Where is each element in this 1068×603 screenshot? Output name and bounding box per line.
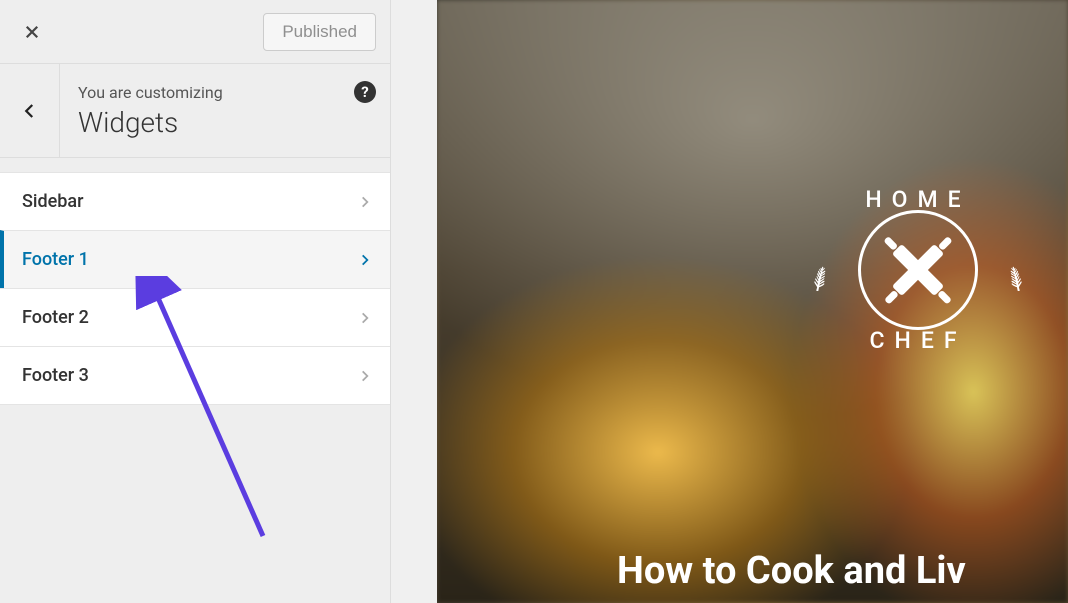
chevron-right-icon (358, 195, 372, 209)
header-section: You are customizing Widgets ? (0, 64, 390, 158)
widget-item-label: Footer 3 (22, 365, 89, 386)
help-icon[interactable]: ? (354, 81, 376, 103)
widget-item-label: Footer 2 (22, 307, 89, 328)
site-logo: HOME ⸙ ⸙ CHEF (818, 170, 1018, 370)
widget-item-sidebar[interactable]: Sidebar (0, 172, 390, 231)
publish-button[interactable]: Published (263, 13, 376, 51)
header-text: You are customizing Widgets ? (60, 67, 390, 155)
chevron-right-icon (358, 311, 372, 325)
section-title: Widgets (78, 106, 376, 139)
preview-area: HOME ⸙ ⸙ CHEF How to Cook and Liv (437, 0, 1068, 603)
logo-text-bottom: CHEF (818, 327, 1018, 354)
logo-text-top: HOME (818, 186, 1018, 213)
widget-list: Sidebar Footer 1 Footer 2 Footer 3 (0, 172, 390, 404)
widget-item-footer-2[interactable]: Footer 2 (0, 288, 390, 347)
widget-item-footer-1[interactable]: Footer 1 (0, 230, 390, 289)
widget-item-label: Sidebar (22, 191, 83, 212)
customizer-sidebar: Published You are customizing Widgets ? … (0, 0, 391, 603)
chevron-right-icon (358, 253, 372, 267)
site-heading: How to Cook and Liv (617, 549, 966, 593)
close-icon (23, 23, 41, 41)
logo-circle (858, 210, 978, 330)
close-button[interactable] (10, 10, 54, 54)
rolling-pins-icon (873, 225, 963, 315)
customizing-label: You are customizing (78, 83, 376, 102)
chevron-left-icon (21, 102, 39, 120)
top-bar: Published (0, 0, 390, 64)
chevron-right-icon (358, 369, 372, 383)
widget-item-footer-3[interactable]: Footer 3 (0, 346, 390, 405)
widget-item-label: Footer 1 (22, 249, 89, 270)
back-button[interactable] (0, 64, 60, 158)
